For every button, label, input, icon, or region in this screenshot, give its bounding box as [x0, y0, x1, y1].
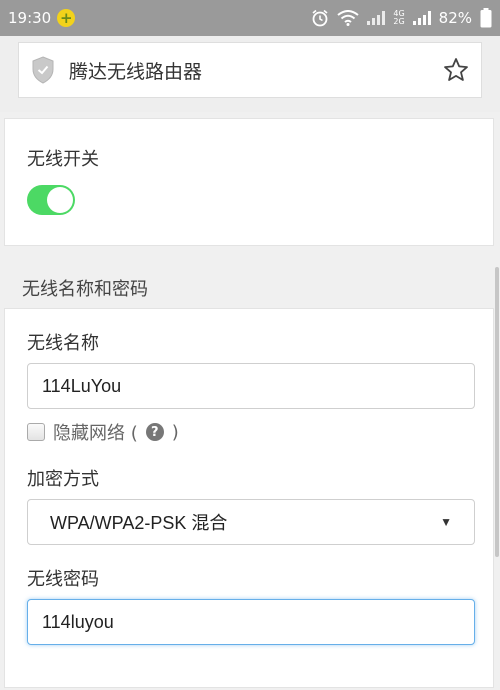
status-right: 4G 2G 82%: [311, 8, 492, 28]
signal-strength-icon: [412, 11, 431, 25]
section-title: 无线名称和密码: [22, 279, 148, 300]
wireless-switch-label: 无线开关: [27, 149, 99, 170]
wireless-settings-card: 无线名称 114LuYou 隐藏网络 ( ? ) 加密方式 WPA/WPA2-P…: [4, 308, 494, 688]
network-type-bottom: 2G: [393, 17, 405, 26]
hide-network-suffix: ): [171, 421, 179, 443]
chevron-down-icon: ▼: [440, 515, 452, 529]
battery-percent: 82%: [438, 9, 472, 27]
toggle-knob: [47, 187, 73, 213]
alarm-clock-icon: [312, 9, 328, 27]
wireless-toggle[interactable]: [27, 185, 75, 215]
encryption-label: 加密方式: [27, 469, 99, 490]
status-time: 19:30: [8, 9, 52, 27]
hide-network-label: 隐藏网络 (: [53, 423, 138, 444]
page-title: 腾达无线路由器: [69, 60, 203, 83]
plus-notification-icon: +: [57, 9, 76, 27]
wifi-icon: [337, 10, 359, 26]
encryption-select[interactable]: WPA/WPA2-PSK 混合 ▼: [27, 499, 475, 545]
signal-dotted-icon: [367, 11, 386, 25]
ssid-label: 无线名称: [27, 333, 99, 354]
shield-icon: [32, 56, 54, 84]
encryption-selected: WPA/WPA2-PSK 混合: [50, 513, 228, 533]
wireless-switch-card: 无线开关: [4, 118, 494, 246]
hide-network-checkbox[interactable]: [27, 423, 45, 441]
scrollbar[interactable]: [495, 267, 499, 557]
battery-icon: [480, 8, 492, 28]
hide-network-row: 隐藏网络 ( ? ): [27, 419, 179, 445]
status-left: 19:30 +: [8, 9, 76, 27]
password-value: 114luyou: [42, 611, 114, 632]
star-icon[interactable]: [443, 57, 469, 83]
ssid-value: 114LuYou: [42, 375, 122, 396]
password-label: 无线密码: [27, 569, 99, 590]
help-icon[interactable]: ?: [145, 423, 164, 441]
network-type-label: 4G 2G: [393, 10, 404, 26]
status-bar: 19:30 + 4G 2G 82%: [0, 0, 500, 36]
settings-content: 无线开关 无线名称和密码 无线名称 114LuYou 隐藏网络 ( ? ) 加密…: [0, 112, 500, 690]
ssid-input[interactable]: 114LuYou: [27, 363, 475, 409]
password-input[interactable]: 114luyou: [27, 599, 475, 645]
page-header: 腾达无线路由器: [18, 42, 482, 98]
